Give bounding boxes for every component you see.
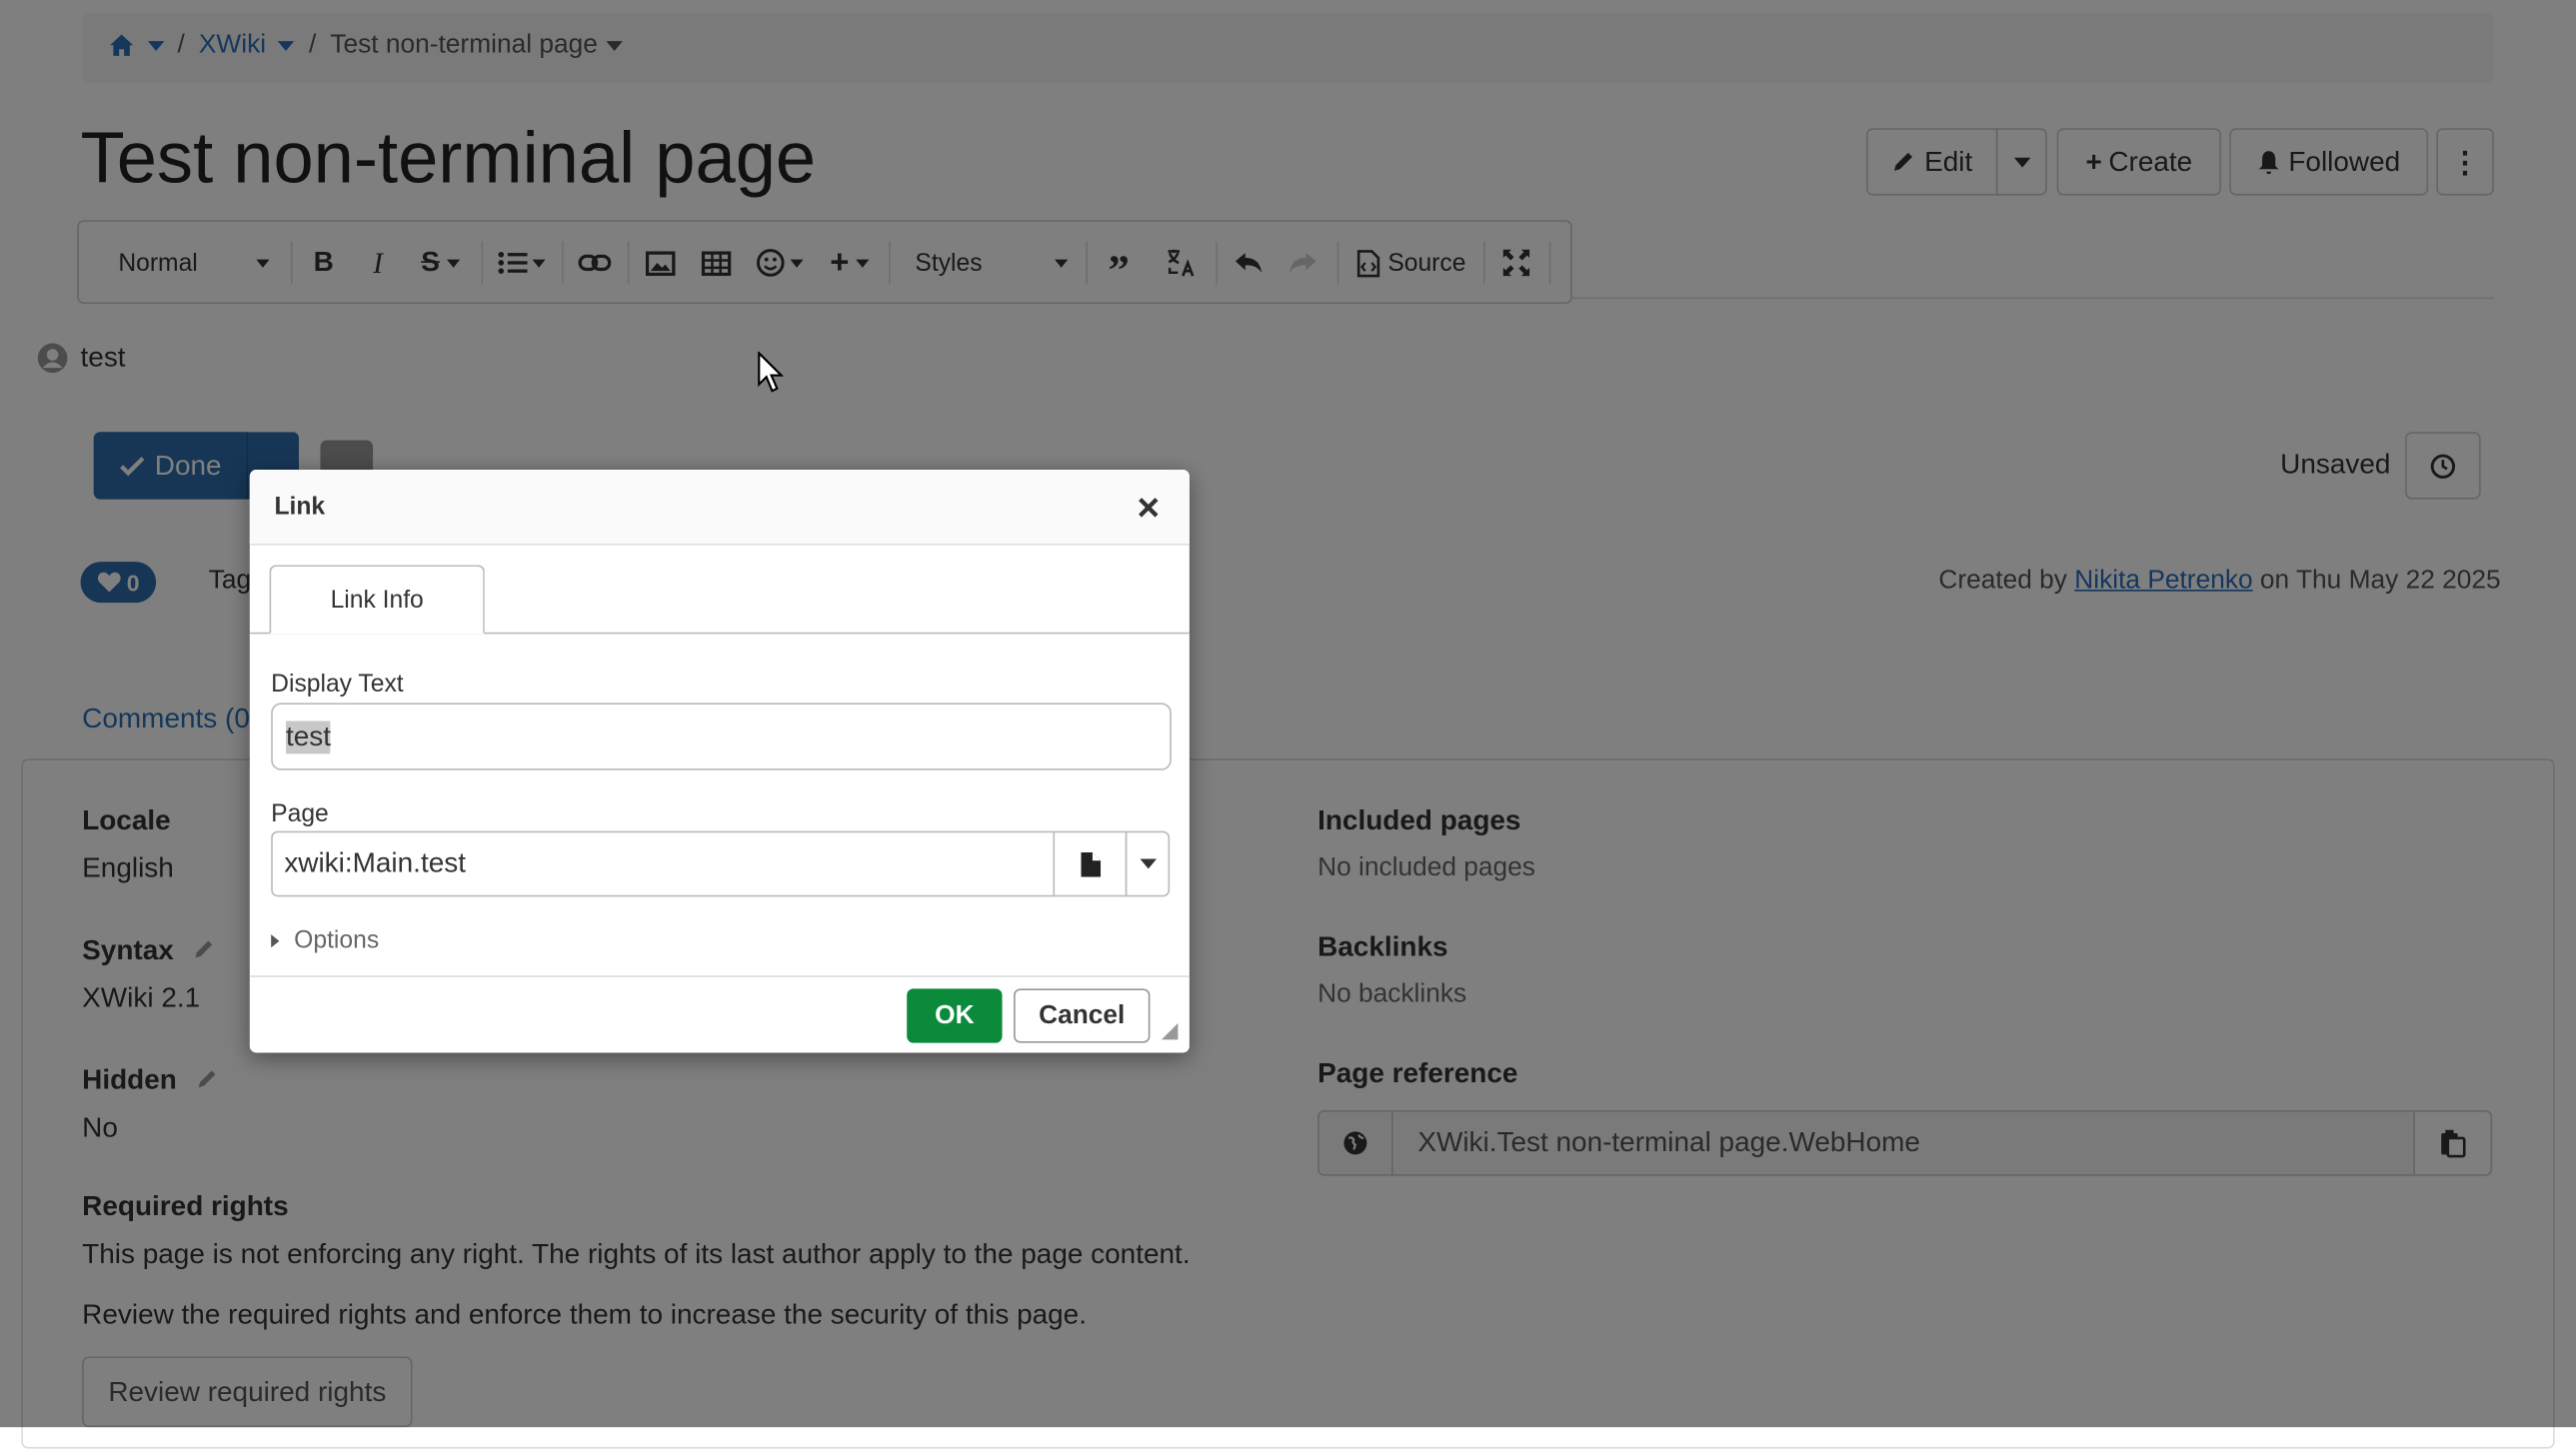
ok-button[interactable]: OK (907, 988, 1003, 1043)
page-picker-button[interactable] (1053, 830, 1128, 897)
display-text-value: test (285, 720, 332, 753)
link-dialog: Link Link Info Display Text test Page xw… (249, 470, 1190, 1053)
close-icon[interactable] (1136, 495, 1162, 521)
page-input-value: xwiki:Main.test (284, 847, 466, 879)
display-text-label: Display Text (271, 670, 404, 699)
cancel-button[interactable]: Cancel (1014, 988, 1151, 1043)
options-label: Options (294, 925, 380, 954)
dialog-title: Link (274, 493, 326, 521)
caret-down-icon (1139, 858, 1157, 869)
page-type-dropdown[interactable] (1125, 830, 1171, 897)
file-icon (1080, 851, 1101, 876)
dialog-header (249, 470, 1190, 546)
page: / XWiki / Test non-terminal page Test no… (0, 0, 2576, 1449)
caret-right-icon (271, 933, 280, 947)
mouse-cursor-icon (758, 351, 784, 395)
tab-link-info-label: Link Info (330, 585, 424, 614)
resize-handle-icon[interactable] (1160, 1021, 1180, 1041)
options-toggle[interactable]: Options (271, 926, 379, 954)
page-label: Page (271, 799, 329, 828)
tab-link-info[interactable]: Link Info (269, 565, 485, 635)
display-text-input[interactable]: test (271, 703, 1172, 770)
dialog-footer-line (249, 975, 1190, 977)
page-input[interactable]: xwiki:Main.test (271, 830, 1056, 897)
